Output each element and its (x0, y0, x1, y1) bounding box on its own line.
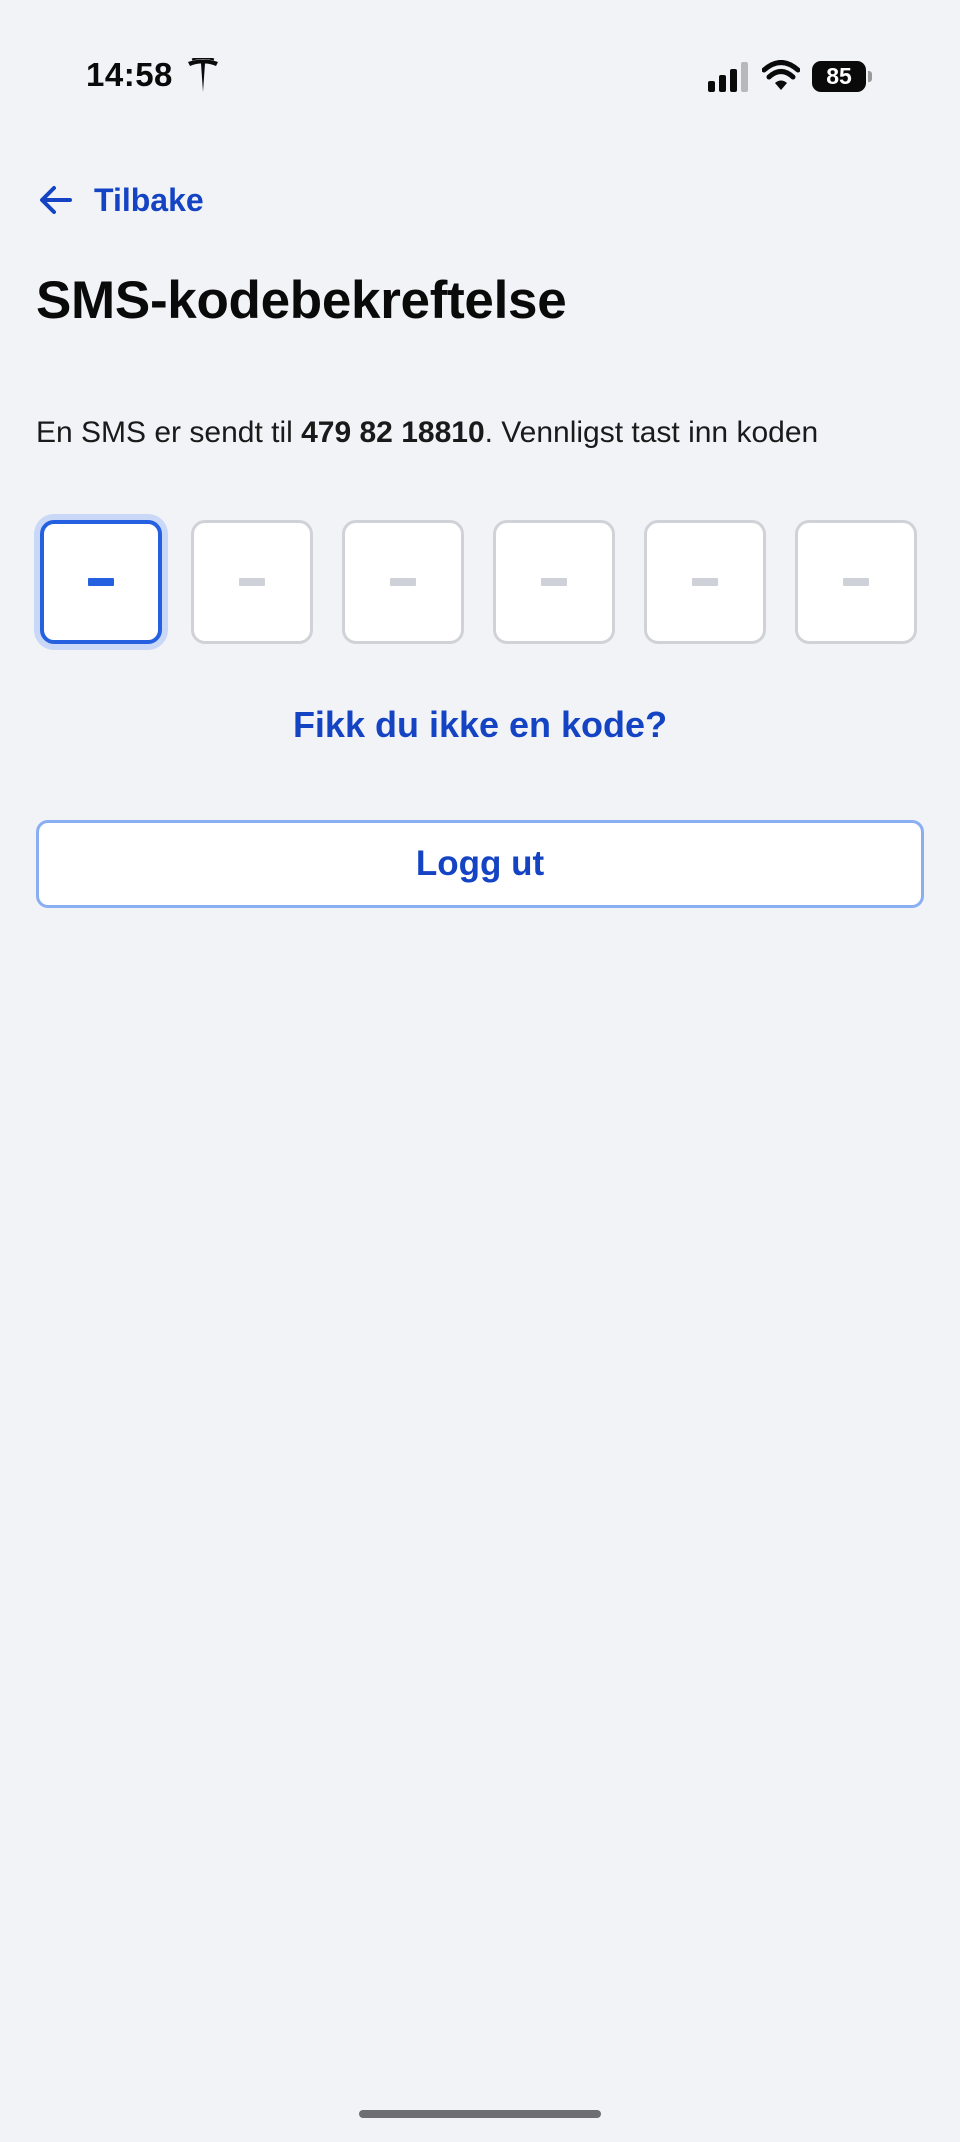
battery-level: 85 (812, 61, 866, 92)
phone-number: 479 82 18810 (301, 416, 485, 449)
code-digit-6[interactable] (795, 520, 917, 644)
page-title: SMS-kodebekreftelse (36, 271, 567, 330)
battery-cap (868, 71, 872, 82)
logout-button[interactable]: Logg ut (36, 820, 924, 908)
resend-code-link[interactable]: Fikk du ikke en kode? (0, 704, 960, 746)
battery-indicator: 85 (812, 61, 872, 92)
placeholder-dash (390, 578, 416, 586)
code-digit-1[interactable] (40, 520, 162, 644)
back-label: Tilbake (94, 181, 204, 218)
cellular-signal-icon (708, 62, 748, 92)
code-digit-3[interactable] (342, 520, 464, 644)
status-bar: 14:58 85 (0, 0, 960, 150)
instruction-suffix: . Vennligst tast inn koden (484, 416, 819, 449)
code-digit-5[interactable] (644, 520, 766, 644)
instruction-text: En SMS er sendt til 479 82 18810. Vennli… (36, 416, 818, 450)
placeholder-dash (239, 578, 265, 586)
instruction-prefix: En SMS er sendt til (36, 416, 302, 449)
code-digit-4[interactable] (493, 520, 615, 644)
placeholder-dash (692, 578, 718, 586)
tesla-logo-icon (188, 58, 218, 92)
code-digit-2[interactable] (191, 520, 313, 644)
placeholder-dash (88, 578, 114, 586)
placeholder-dash (843, 578, 869, 586)
placeholder-dash (541, 578, 567, 586)
back-button[interactable]: Tilbake (36, 172, 204, 228)
home-indicator[interactable] (359, 2110, 601, 2118)
wifi-icon (762, 60, 800, 90)
code-input-row (40, 520, 920, 644)
arrow-left-icon (40, 186, 72, 214)
sms-verification-screen: 14:58 85 Tilbake SMS-kodebekreftelse En … (0, 0, 960, 2142)
status-time: 14:58 (86, 56, 173, 93)
